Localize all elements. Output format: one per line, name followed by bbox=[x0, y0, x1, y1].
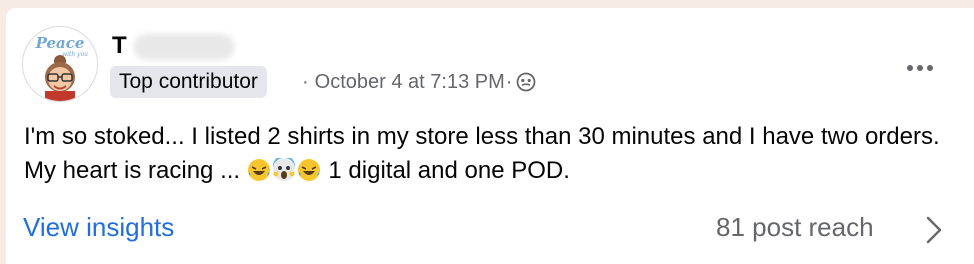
avatar-text: Peace bbox=[35, 34, 85, 52]
avatar-image: Peace with you bbox=[23, 27, 97, 101]
more-options-dot bbox=[917, 65, 923, 71]
more-options-dot bbox=[927, 65, 933, 71]
rolling-on-floor-laughing-emoji bbox=[297, 159, 320, 181]
globe-icon[interactable] bbox=[516, 72, 536, 92]
chevron-right-icon[interactable] bbox=[922, 212, 946, 248]
more-options-button[interactable] bbox=[902, 56, 938, 80]
author-avatar[interactable]: Peace with you bbox=[22, 26, 98, 102]
post-text: I'm so stoked... I listed 2 shirts in my… bbox=[24, 120, 964, 188]
post-timestamp[interactable]: October 4 at 7:13 PM bbox=[315, 71, 505, 94]
avatar-subtext: with you bbox=[62, 51, 88, 58]
author-name[interactable]: T bbox=[112, 32, 127, 60]
rolling-on-floor-laughing-emoji bbox=[247, 159, 270, 181]
view-insights-link[interactable]: View insights bbox=[23, 212, 174, 243]
meta-separator: · bbox=[302, 70, 309, 93]
redacted-name bbox=[134, 34, 234, 60]
post-reach-count[interactable]: 81 post reach bbox=[716, 212, 874, 243]
post-meta: · October 4 at 7:13 PM · bbox=[302, 68, 536, 96]
post-card: Peace with you T Top contributor · Octob… bbox=[6, 8, 974, 264]
top-contributor-badge[interactable]: Top contributor bbox=[110, 66, 267, 98]
post-text-part2: 1 digital and one POD. bbox=[321, 157, 570, 184]
more-options-icon bbox=[907, 65, 913, 71]
screaming-in-fear-emoji bbox=[272, 158, 295, 181]
meta-separator-2: · bbox=[505, 70, 513, 93]
